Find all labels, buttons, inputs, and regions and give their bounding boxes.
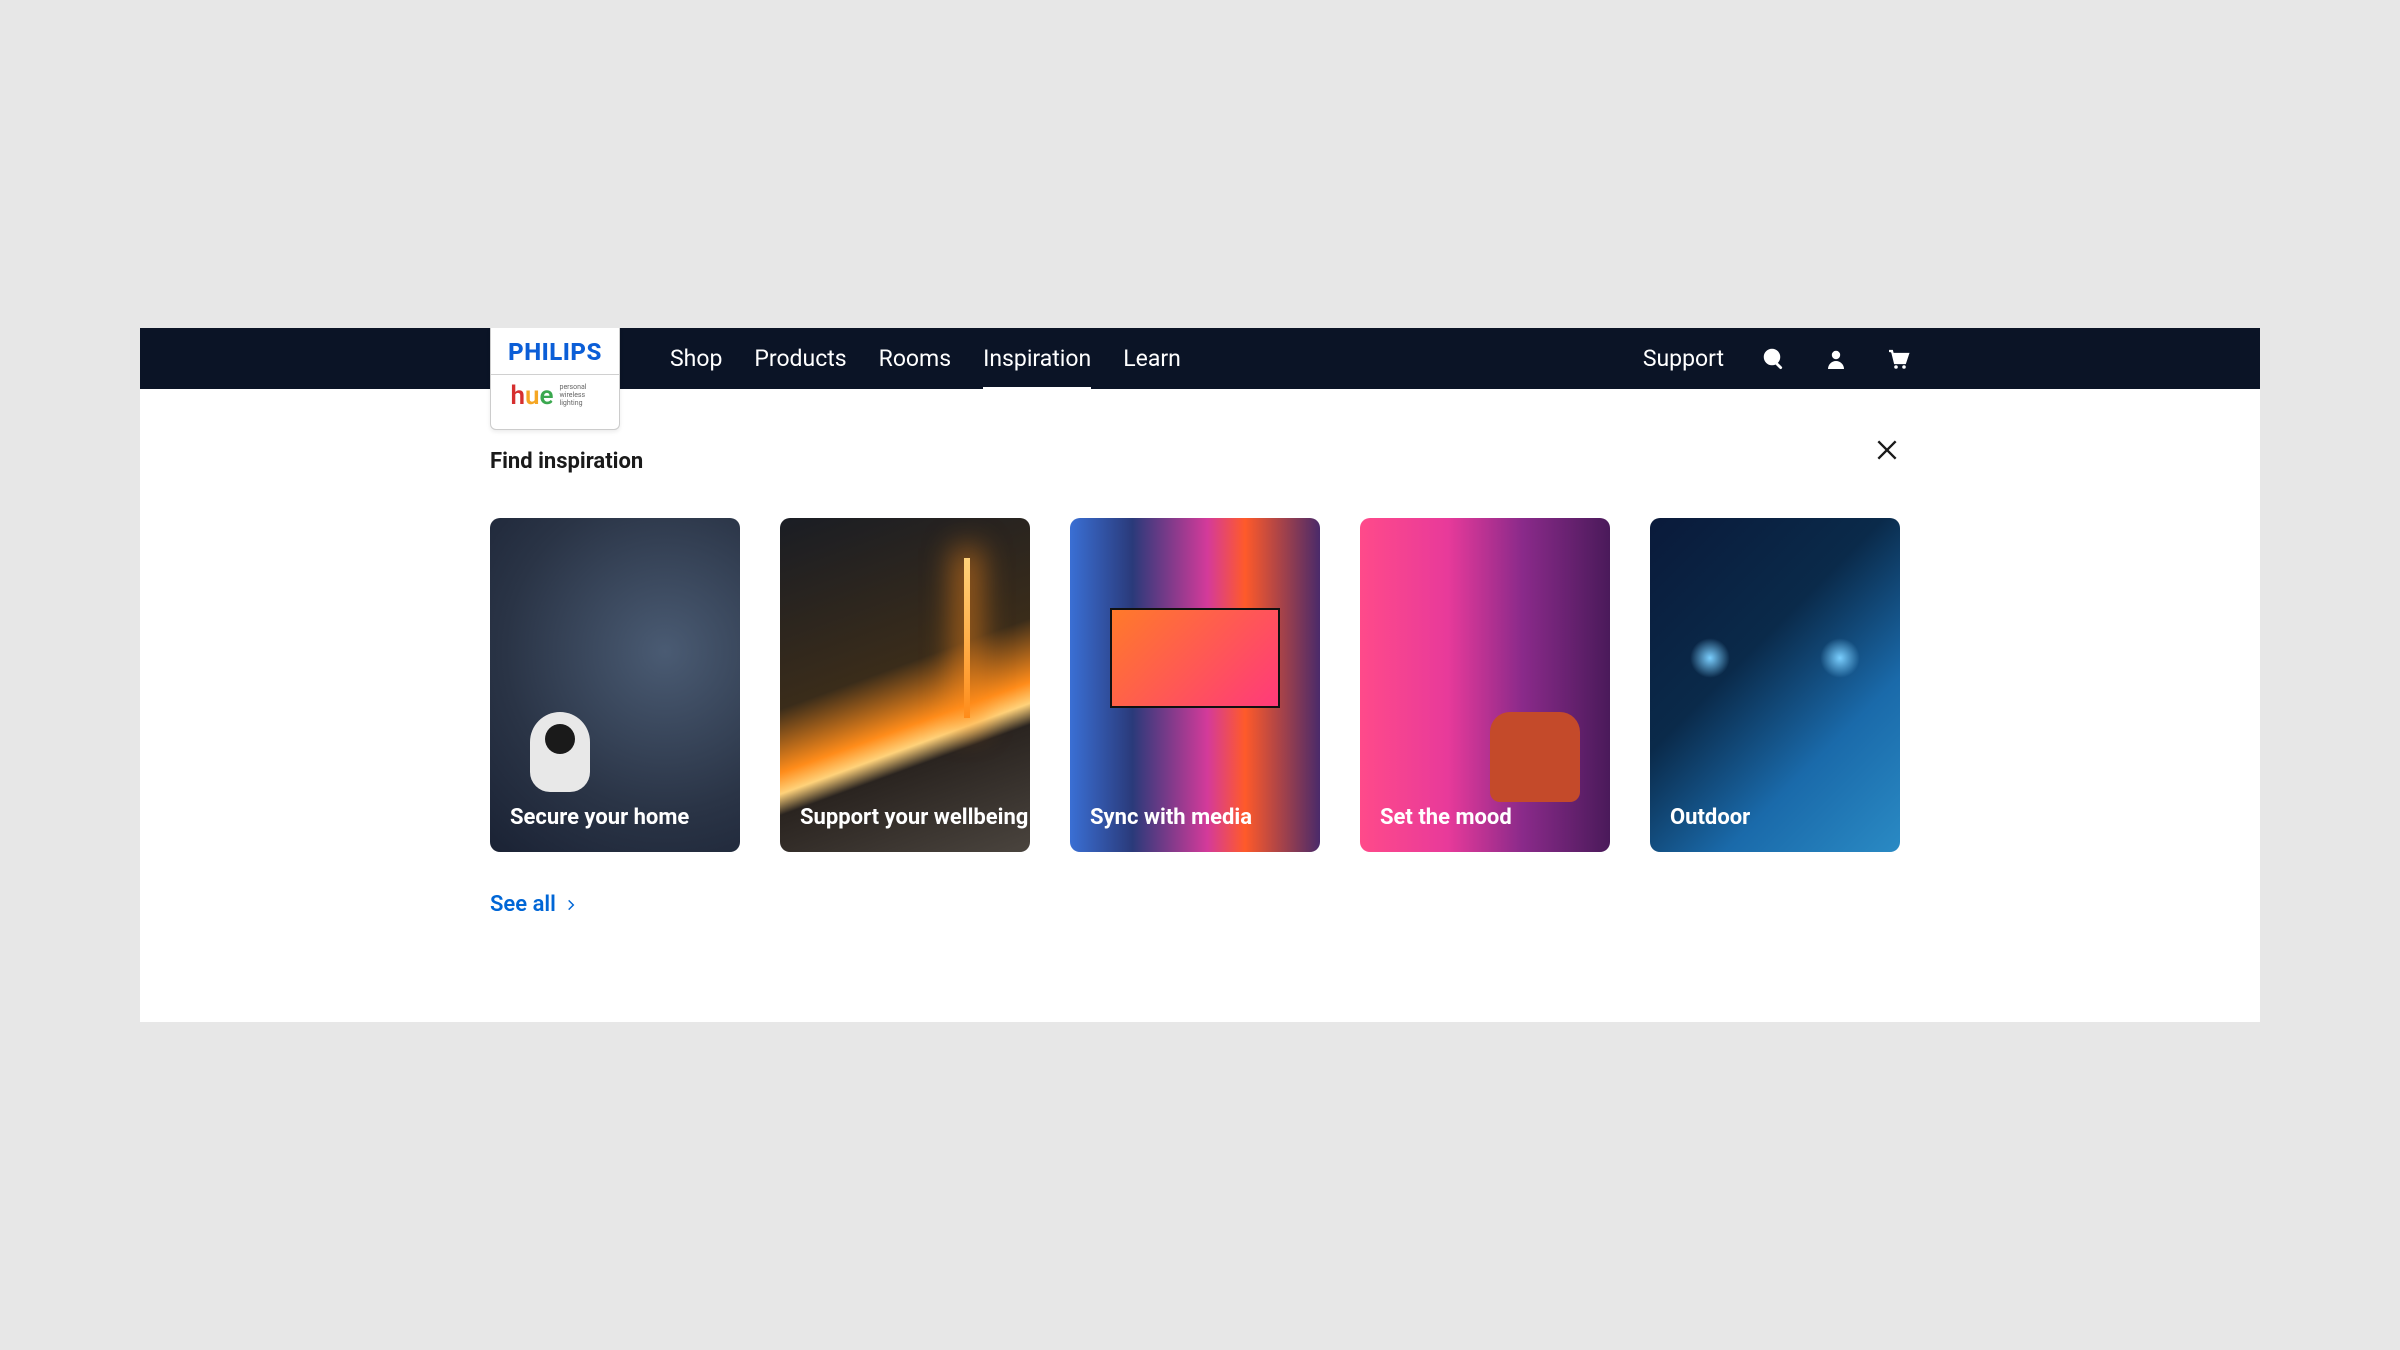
tv-illustration: [1110, 608, 1280, 708]
cart-icon[interactable]: [1886, 347, 1910, 371]
sconce-illustration: [1690, 638, 1730, 678]
account-icon[interactable]: [1824, 347, 1848, 371]
card-sync-with-media[interactable]: Sync with media: [1070, 518, 1320, 852]
nav-item-learn[interactable]: Learn: [1123, 329, 1181, 388]
card-label: Secure your home: [510, 805, 689, 830]
card-label: Set the mood: [1380, 805, 1512, 830]
see-all-link[interactable]: See all: [490, 892, 578, 917]
chair-illustration: [1490, 712, 1580, 802]
inspiration-dropdown: Find inspiration Secure your home Suppor…: [140, 389, 2260, 987]
card-label: Sync with media: [1090, 805, 1252, 830]
brand-tagline: personal wireless lighting: [560, 384, 600, 407]
logo-divider: [491, 374, 619, 375]
card-label: Support your wellbeing: [800, 805, 1028, 830]
light-bar-illustration: [964, 558, 970, 718]
nav-item-inspiration[interactable]: Inspiration: [983, 329, 1091, 388]
close-icon[interactable]: [1874, 437, 1900, 463]
camera-device-illustration: [530, 712, 590, 792]
app-frame: PHILIPS hue personal wireless lighting S…: [140, 328, 2260, 1022]
brand-logo[interactable]: PHILIPS hue personal wireless lighting: [490, 328, 620, 430]
inspiration-cards: Secure your home Support your wellbeing …: [490, 518, 1910, 852]
navbar: PHILIPS hue personal wireless lighting S…: [140, 328, 2260, 389]
brand-hue: hue personal wireless lighting: [500, 381, 609, 411]
nav-item-shop[interactable]: Shop: [670, 329, 722, 388]
sconce-illustration: [1820, 638, 1860, 678]
card-label: Outdoor: [1670, 805, 1750, 830]
nav-utility: Support: [1643, 345, 1910, 372]
nav-primary: Shop Products Rooms Inspiration Learn: [670, 329, 1181, 388]
nav-support-link[interactable]: Support: [1643, 345, 1724, 372]
card-outdoor[interactable]: Outdoor: [1650, 518, 1900, 852]
brand-philips: PHILIPS: [508, 328, 602, 366]
hue-wordmark: hue: [510, 381, 553, 411]
card-secure-your-home[interactable]: Secure your home: [490, 518, 740, 852]
nav-item-products[interactable]: Products: [754, 329, 846, 388]
see-all-label: See all: [490, 892, 556, 917]
nav-item-rooms[interactable]: Rooms: [879, 329, 951, 388]
card-support-your-wellbeing[interactable]: Support your wellbeing: [780, 518, 1030, 852]
chevron-right-icon: [564, 898, 578, 912]
search-icon[interactable]: [1762, 347, 1786, 371]
dropdown-title: Find inspiration: [490, 449, 1910, 474]
card-set-the-mood[interactable]: Set the mood: [1360, 518, 1610, 852]
